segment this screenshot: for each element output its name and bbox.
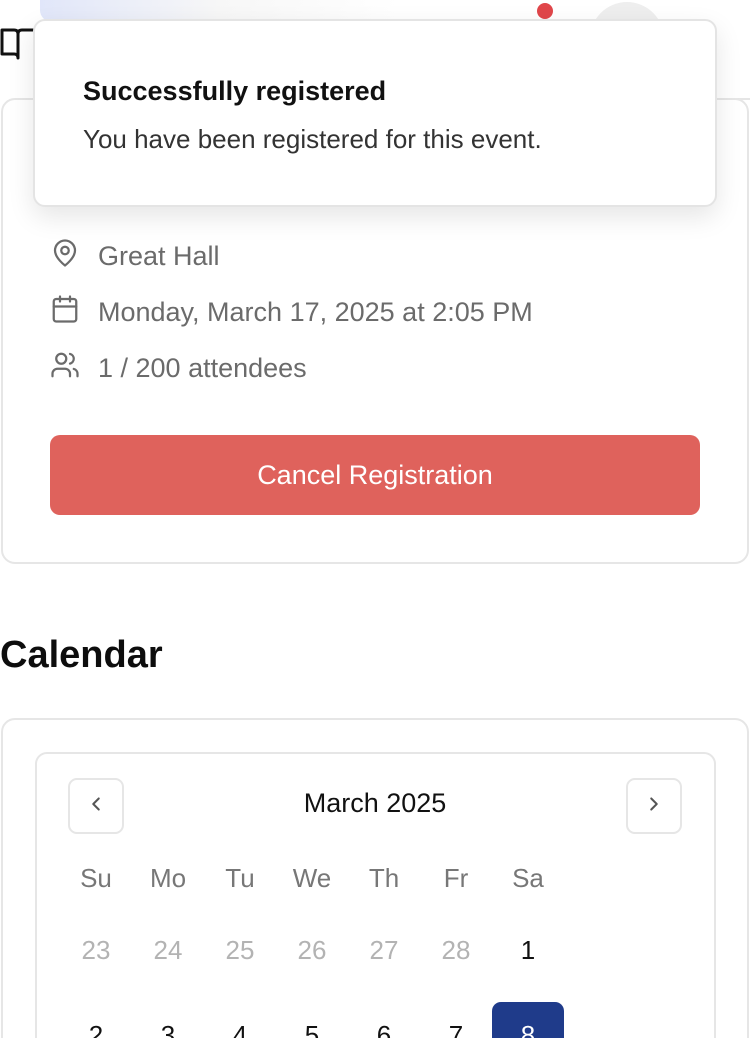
calendar-day-outside[interactable]: 23 [60,935,132,966]
toast-title: Successfully registered [83,76,387,106]
event-datetime: Monday, March 17, 2025 at 2:05 PM [98,297,533,327]
calendar-day[interactable]: 1 [492,935,564,966]
weekday-label: Su [80,863,112,893]
cancel-registration-button[interactable]: Cancel Registration [50,435,700,515]
event-page: Great Hall Monday, March 17, 2025 at 2:0… [0,0,750,1038]
weekday-label: Fr [443,863,469,893]
calendar-icon [50,294,80,331]
chevron-right-icon [643,793,665,820]
calendar-day-outside[interactable]: 27 [348,935,420,966]
calendar-day-outside[interactable]: 24 [132,935,204,966]
weekday-label: Mo [149,863,187,893]
calendar-day[interactable]: 3 [132,1020,204,1038]
event-attendees-row: 1 / 200 attendees [50,350,307,387]
book-icon[interactable] [0,24,36,64]
next-month-button[interactable] [626,778,682,834]
calendar-day-selected[interactable]: 8 [492,1020,564,1038]
calendar-day[interactable]: 2 [60,1020,132,1038]
calendar-day[interactable]: 4 [204,1020,276,1038]
success-toast[interactable]: Successfully registered You have been re… [33,19,717,207]
users-icon [50,350,80,387]
calendar-heading: Calendar [0,634,163,676]
event-attendees: 1 / 200 attendees [98,353,307,383]
calendar-day[interactable]: 6 [348,1020,420,1038]
weekday-label: We [292,863,332,893]
map-pin-icon [50,238,80,275]
weekday-label: Tu [225,863,255,893]
calendar-day-outside[interactable]: 26 [276,935,348,966]
calendar-day[interactable]: 7 [420,1020,492,1038]
notification-dot [537,3,553,19]
toast-description: You have been registered for this event. [83,124,542,154]
calendar-day-outside[interactable]: 28 [420,935,492,966]
event-location-row: Great Hall [50,238,220,275]
calendar-day-outside[interactable]: 25 [204,935,276,966]
event-location: Great Hall [98,241,220,271]
event-datetime-row: Monday, March 17, 2025 at 2:05 PM [50,294,533,331]
weekday-label: Th [368,863,400,893]
calendar-day[interactable]: 5 [276,1020,348,1038]
weekday-label: Sa [512,863,544,893]
